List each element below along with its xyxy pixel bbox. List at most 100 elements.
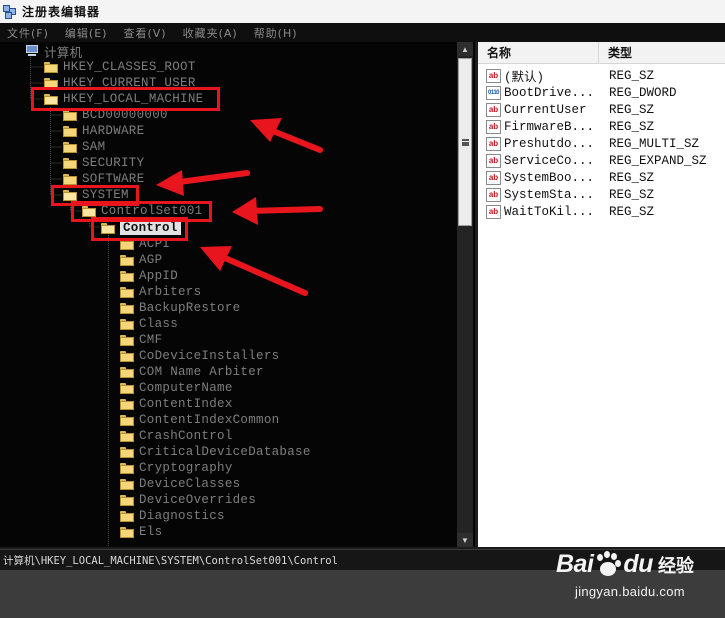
folder-icon xyxy=(120,478,134,490)
tree-node-control-child[interactable]: CrashControl xyxy=(120,428,233,444)
menu-favorites[interactable]: 收藏夹(A) xyxy=(183,25,238,41)
folder-icon xyxy=(120,446,134,458)
folder-icon xyxy=(44,77,58,89)
folder-icon xyxy=(44,61,58,73)
tree-node-label: ContentIndexCommon xyxy=(139,413,280,427)
value-row[interactable]: ab (默认) REG_SZ xyxy=(478,67,725,85)
tree-node-label: SYSTEM xyxy=(82,188,129,202)
folder-icon xyxy=(63,141,77,153)
tree-node-hklm-child[interactable]: SECURITY xyxy=(63,155,144,171)
tree-node-label: CriticalDeviceDatabase xyxy=(139,445,311,459)
tree-node-hive[interactable]: HKEY_CURRENT_USER xyxy=(44,75,196,91)
paw-icon xyxy=(594,550,622,579)
value-row[interactable]: ab ServiceCo... REG_EXPAND_SZ xyxy=(478,152,725,169)
baidu-logo: Bai du 经验 xyxy=(556,550,694,579)
column-header-name[interactable]: 名称 xyxy=(478,42,599,64)
column-header-type[interactable]: 类型 xyxy=(599,42,725,64)
tree-node-label: DeviceOverrides xyxy=(139,493,257,507)
folder-icon xyxy=(120,238,134,250)
tree-node-control-child[interactable]: CoDeviceInstallers xyxy=(120,348,279,364)
folder-icon xyxy=(120,398,134,410)
watermark-url: jingyan.baidu.com xyxy=(575,584,685,599)
folder-icon xyxy=(120,350,134,362)
tree-node-control-child[interactable]: AppID xyxy=(120,268,178,284)
scroll-down-arrow-icon[interactable]: ▼ xyxy=(457,533,473,547)
tree-node-control-child[interactable]: COM Name Arbiter xyxy=(120,364,264,380)
value-row[interactable]: ab CurrentUser REG_SZ xyxy=(478,101,725,118)
value-row[interactable]: ab SystemSta... REG_SZ xyxy=(478,186,725,203)
folder-icon xyxy=(120,366,134,378)
tree-node-label: HKEY_CURRENT_USER xyxy=(63,76,196,90)
tree-node-hklm-child[interactable]: SOFTWARE xyxy=(63,171,144,187)
scrollbar-thumb[interactable] xyxy=(458,58,472,226)
tree-scrollbar[interactable]: ▲ ▼ xyxy=(457,42,473,547)
menu-file[interactable]: 文件(F) xyxy=(7,25,49,41)
tree-node-label: Class xyxy=(139,317,179,331)
tree-node-control[interactable]: Control xyxy=(101,220,181,236)
tree-node-control-child[interactable]: ContentIndex xyxy=(120,396,233,412)
tree-node-label: SECURITY xyxy=(82,156,145,170)
value-row[interactable]: ab FirmwareB... REG_SZ xyxy=(478,118,725,135)
tree-node-computer[interactable]: 计算机 xyxy=(25,43,83,61)
tree-node-control-child[interactable]: AGP xyxy=(120,252,162,268)
tree-node-label: 计算机 xyxy=(44,46,83,61)
window-title: 注册表编辑器 xyxy=(22,5,101,19)
tree-node-label: HKEY_CLASSES_ROOT xyxy=(63,60,196,74)
string-value-icon: ab xyxy=(486,153,501,168)
tree-node-label: CrashControl xyxy=(139,429,233,443)
tree-node-controlset001[interactable]: ControlSet001 xyxy=(82,203,202,219)
status-path: 计算机\HKEY_LOCAL_MACHINE\SYSTEM\ControlSet… xyxy=(3,554,338,567)
value-row[interactable]: ab SystemBoo... REG_SZ xyxy=(478,169,725,186)
values-list[interactable]: 名称 类型 ab (默认) REG_SZ 0110 BootDrive... REG_DW… xyxy=(478,42,725,547)
menu-edit[interactable]: 编辑(E) xyxy=(65,25,108,41)
tree-node-control-child[interactable]: Els xyxy=(120,524,162,540)
value-type: REG_SZ xyxy=(609,170,655,185)
value-row[interactable]: 0110 BootDrive... REG_DWORD xyxy=(478,84,725,101)
value-name: SystemSta... xyxy=(504,187,595,202)
menu-bar: 文件(F) 编辑(E) 查看(V) 收藏夹(A) 帮助(H) xyxy=(0,23,725,42)
value-type: REG_SZ xyxy=(609,68,655,83)
tree-node-control-child[interactable]: Diagnostics xyxy=(120,508,225,524)
computer-icon xyxy=(25,45,39,57)
tree-node-control-child[interactable]: BackupRestore xyxy=(120,300,240,316)
tree-node-label: Diagnostics xyxy=(139,509,225,523)
tree-node-control-child[interactable]: DeviceClasses xyxy=(120,476,240,492)
folder-icon xyxy=(63,173,77,185)
tree-node-control-child[interactable]: ACPI xyxy=(120,236,170,252)
tree-node-hive[interactable]: HKEY_CLASSES_ROOT xyxy=(44,59,196,75)
folder-icon xyxy=(120,430,134,442)
tree-node-hklm-child[interactable]: HARDWARE xyxy=(63,123,144,139)
tree-node-control-child[interactable]: ComputerName xyxy=(120,380,233,396)
tree-node-control-child[interactable]: Arbiters xyxy=(120,284,201,300)
menu-view[interactable]: 查看(V) xyxy=(123,25,166,41)
tree-node-system[interactable]: SYSTEM xyxy=(63,187,129,203)
value-type: REG_SZ xyxy=(609,187,655,202)
tree-node-control-child[interactable]: CMF xyxy=(120,332,162,348)
tree-node-control-child[interactable]: CriticalDeviceDatabase xyxy=(120,444,311,460)
menu-help[interactable]: 帮助(H) xyxy=(254,25,298,41)
folder-icon xyxy=(120,302,134,314)
baidu-logo-text-2: du xyxy=(623,550,653,578)
tree-node-label: DeviceClasses xyxy=(139,477,241,491)
tree-node-label: HKEY_LOCAL_MACHINE xyxy=(63,92,204,106)
tree-node-label: ContentIndex xyxy=(139,397,233,411)
folder-icon xyxy=(120,270,134,282)
tree-node-control-child[interactable]: DeviceOverrides xyxy=(120,492,256,508)
value-row[interactable]: ab WaitToKil... REG_SZ xyxy=(478,203,725,220)
value-name: ServiceCo... xyxy=(504,153,595,168)
value-type: REG_EXPAND_SZ xyxy=(609,153,707,168)
value-name: CurrentUser xyxy=(504,102,587,117)
tree-node-control-child[interactable]: Cryptography xyxy=(120,460,233,476)
tree-node-label: Control xyxy=(120,221,181,235)
tree-node-hklm[interactable]: HKEY_LOCAL_MACHINE xyxy=(44,91,203,107)
tree-node-control-child[interactable]: Class xyxy=(120,316,178,332)
scroll-up-arrow-icon[interactable]: ▲ xyxy=(457,42,473,56)
tree-node-hklm-child[interactable]: SAM xyxy=(63,139,105,155)
string-value-icon: ab xyxy=(486,187,501,202)
value-row[interactable]: ab Preshutdo... REG_MULTI_SZ xyxy=(478,135,725,152)
tree-node-control-child[interactable]: ContentIndexCommon xyxy=(120,412,279,428)
registry-tree[interactable]: 计算机 HKEY_CLASSES_ROOT HKEY_CURRENT_USER HKE… xyxy=(0,42,475,547)
tree-node-hklm-child[interactable]: BCD00000000 xyxy=(63,107,168,123)
open-folder-icon xyxy=(44,93,58,105)
value-name: Preshutdo... xyxy=(504,136,595,151)
